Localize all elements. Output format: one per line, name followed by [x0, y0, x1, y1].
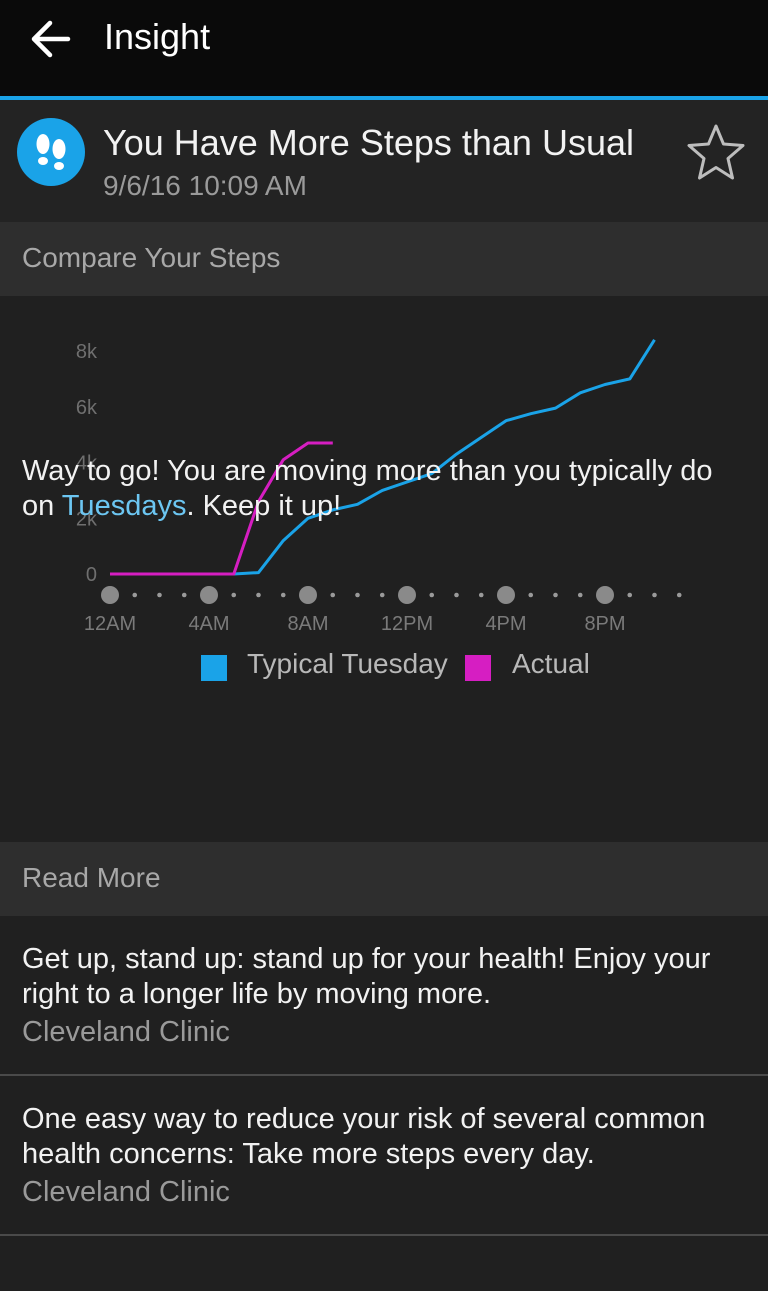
x-axis-minor-dot	[379, 592, 385, 598]
x-axis-minor-dot	[528, 592, 534, 598]
insight-message: Way to go! You are moving more than you …	[22, 454, 752, 524]
article-source: Cleveland Clinic	[22, 1176, 230, 1208]
message-text-end: . Keep it up!	[186, 490, 342, 522]
x-axis-major-dot	[200, 586, 218, 604]
x-axis-minor-dot	[627, 592, 633, 598]
x-axis-minor-dot	[652, 592, 657, 598]
x-tick-label: 8AM	[287, 613, 328, 635]
x-tick-label: 4AM	[188, 613, 229, 635]
x-tick-label: 8PM	[584, 613, 625, 635]
x-axis-minor-dot	[429, 592, 435, 598]
x-tick-label: 12AM	[84, 613, 136, 635]
x-axis-minor-dot	[553, 592, 558, 598]
back-arrow-icon[interactable]	[30, 20, 72, 58]
y-tick-label: 8k	[76, 341, 98, 363]
x-axis-major-dot	[299, 586, 317, 604]
x-axis-minor-dot	[676, 592, 682, 598]
x-axis-minor-dot	[330, 592, 336, 598]
x-axis-minor-dot	[280, 592, 286, 598]
x-axis-minor-dot	[132, 592, 138, 598]
x-axis-minor-dot	[355, 592, 360, 598]
article-item[interactable]: One easy way to reduce your risk of seve…	[0, 1076, 768, 1236]
y-tick-label: 6k	[76, 397, 98, 419]
article-text: Get up, stand up: stand up for your heal…	[22, 943, 711, 1010]
x-axis-major-dot	[497, 586, 515, 604]
legend-swatch-typical	[201, 655, 227, 681]
x-axis-minor-dot	[454, 592, 459, 598]
section-title: Compare Your Steps	[22, 242, 281, 273]
x-axis-minor-dot	[231, 592, 237, 598]
section-title: Read More	[22, 862, 161, 893]
legend-label-typical: Typical Tuesday	[247, 648, 448, 679]
x-axis-major-dot	[596, 586, 614, 604]
y-tick-label: 0	[86, 564, 97, 586]
x-axis-major-dot	[101, 586, 119, 604]
legend-label-actual: Actual	[512, 648, 590, 679]
x-axis-major-dot	[398, 586, 416, 604]
app-bar: Insight	[0, 0, 768, 96]
day-link[interactable]: Tuesdays	[62, 490, 187, 522]
page-title: Insight	[104, 16, 211, 57]
insight-title: You Have More Steps than Usual	[103, 122, 634, 163]
footsteps-icon	[17, 118, 85, 186]
x-axis-minor-dot	[157, 592, 162, 598]
x-axis-minor-dot	[478, 592, 484, 598]
x-axis-minor-dot	[577, 592, 583, 598]
legend-swatch-actual	[465, 655, 491, 681]
insight-header: You Have More Steps than Usual 9/6/16 10…	[0, 100, 768, 222]
x-tick-label: 4PM	[485, 613, 526, 635]
steps-chart: 0 2k 4k 6k 8k 12AM 4AM 8AM 12PM 4PM 8PM Typical Tu…	[0, 296, 768, 842]
insight-date: 9/6/16 10:09 AM	[103, 170, 307, 201]
x-tick-label: 12PM	[381, 613, 433, 635]
read-more-header: Read More	[0, 842, 768, 916]
chart-legend: Typical Tuesday Actual	[0, 648, 768, 688]
compare-section-header: Compare Your Steps	[0, 222, 768, 296]
x-axis-minor-dot	[181, 592, 187, 598]
article-source: Cleveland Clinic	[22, 1016, 230, 1048]
article-text: One easy way to reduce your risk of seve…	[22, 1103, 706, 1170]
article-item[interactable]: Get up, stand up: stand up for your heal…	[0, 916, 768, 1076]
star-outline-icon[interactable]	[684, 120, 748, 184]
x-axis-minor-dot	[256, 592, 261, 598]
